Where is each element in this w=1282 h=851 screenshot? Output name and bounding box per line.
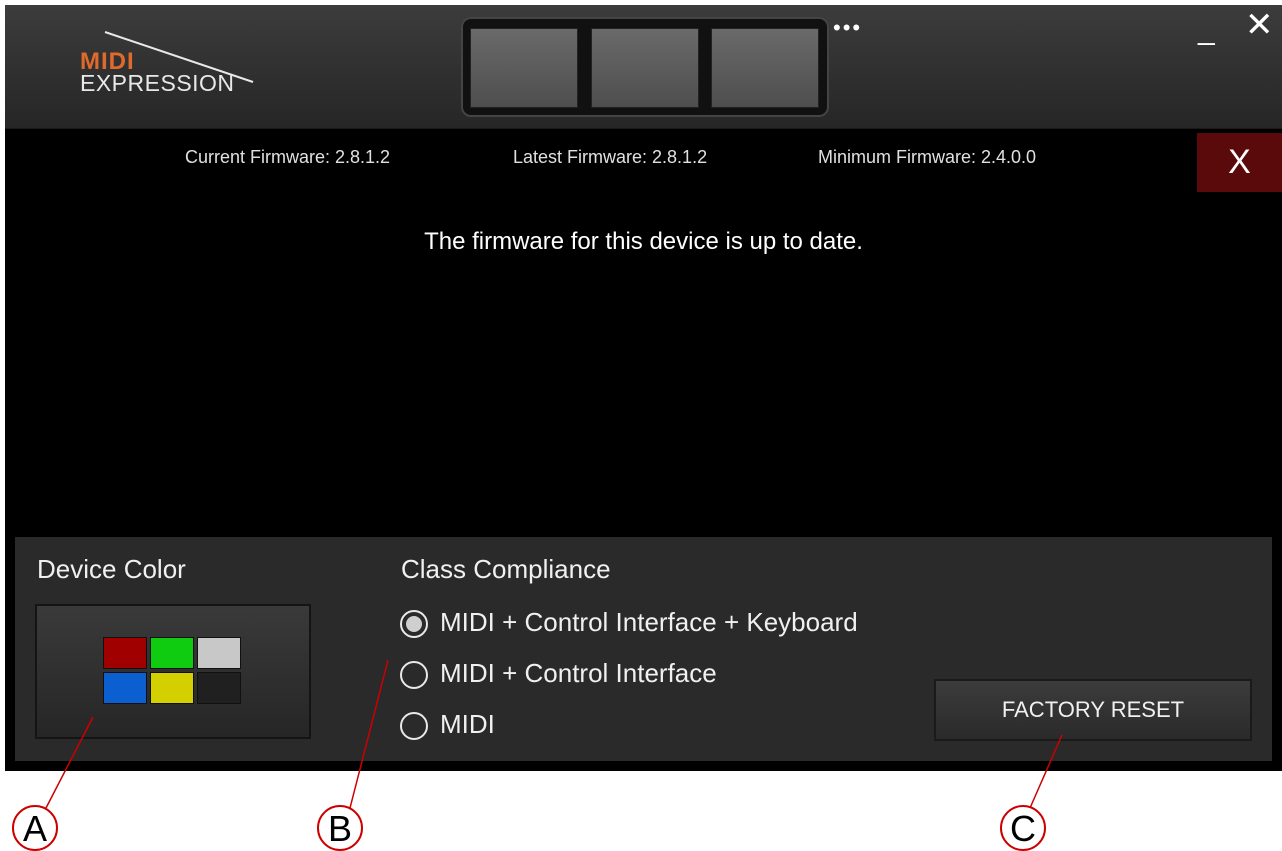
callout-lines: [45, 659, 1063, 809]
callout-c: C: [1000, 805, 1046, 851]
callout-a: A: [12, 805, 58, 851]
callout-b: B: [317, 805, 363, 851]
